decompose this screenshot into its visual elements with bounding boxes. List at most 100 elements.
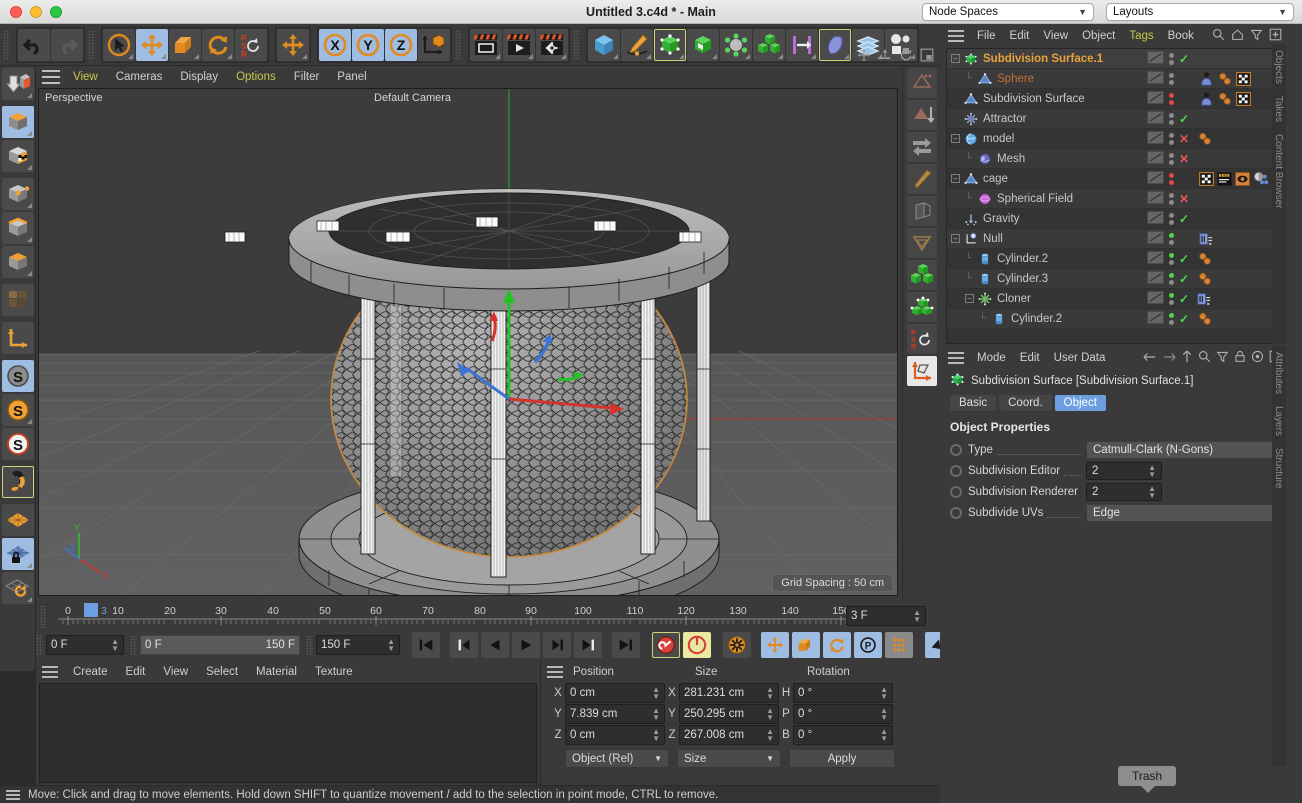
visibility-dots[interactable] <box>1169 52 1174 65</box>
workplane-button[interactable]: S <box>1 428 34 460</box>
expander-toggle[interactable]: – <box>951 54 960 63</box>
visibility-dot[interactable] <box>1169 199 1174 205</box>
property-anim-dot[interactable] <box>950 444 962 456</box>
visibility-dot[interactable] <box>1169 159 1174 165</box>
current-frame-field[interactable]: 0 F ▲ ▼ <box>46 635 124 655</box>
close-button[interactable] <box>10 5 22 18</box>
spinner-icon[interactable]: ▲ ▼ <box>880 685 888 700</box>
layer-swatch[interactable] <box>1147 110 1164 127</box>
visibility-dots[interactable] <box>1169 292 1174 305</box>
enable-axis-button[interactable]: S <box>1 360 34 392</box>
layer-swatch[interactable] <box>1147 270 1164 287</box>
layer-swatch[interactable] <box>1147 250 1164 267</box>
property-dropdown[interactable]: Catmull-Clark (N-Gons) <box>1086 441 1286 459</box>
workplane-axis-icon[interactable] <box>906 356 937 386</box>
stripe-tag-icon[interactable] <box>1217 171 1232 186</box>
spinner-icon[interactable]: ▲ ▼ <box>913 609 921 624</box>
polygon-normals-icon[interactable] <box>906 68 937 98</box>
object-row-subdivision-surface-1[interactable]: – Subdivision Surface.1 ✓ <box>947 49 1275 69</box>
object-row-model[interactable]: – model ✕ <box>947 129 1275 149</box>
attribute-menu-edit[interactable]: Edit <box>1013 350 1047 366</box>
object-row-cylinder-2[interactable]: └ Cylinder.2 ✓ <box>947 309 1275 329</box>
key-position-button[interactable] <box>761 632 789 658</box>
visibility-dot[interactable] <box>1169 119 1174 125</box>
maximize-button[interactable] <box>50 5 62 18</box>
disabled-x-icon[interactable]: ✕ <box>1179 152 1189 166</box>
property-dropdown[interactable]: Edge <box>1086 504 1286 522</box>
extrude-tool-icon[interactable] <box>906 196 937 226</box>
point-mode-button[interactable] <box>1 178 34 210</box>
size-x-field[interactable]: 281.231 cm ▲ ▼ <box>679 682 779 703</box>
visibility-dot[interactable] <box>1169 232 1174 238</box>
search-icon[interactable] <box>1198 350 1211 366</box>
visibility-dot[interactable] <box>1169 299 1174 305</box>
coordinate-mode-select[interactable]: Object (Rel) ▼ <box>565 749 669 768</box>
position-z-field[interactable]: 0 cm ▲ ▼ <box>565 724 665 745</box>
checker-tag-icon[interactable] <box>1236 91 1251 106</box>
object-menu-tags[interactable]: Tags <box>1122 28 1160 44</box>
visibility-dots[interactable] <box>1169 132 1174 145</box>
checker-tag-icon[interactable] <box>1236 71 1251 86</box>
spinner-icon[interactable]: ▲ ▼ <box>387 638 395 653</box>
layer-swatch[interactable] <box>1147 190 1164 207</box>
visibility-dots[interactable] <box>1169 232 1174 245</box>
layer-swatch[interactable] <box>1147 150 1164 167</box>
position-y-field[interactable]: 7.839 cm ▲ ▼ <box>565 703 665 724</box>
visibility-dots[interactable] <box>1169 272 1174 285</box>
rotate-tool-button[interactable] <box>202 28 234 61</box>
property-number-field[interactable]: 2 ▲ ▼ <box>1086 483 1162 501</box>
vtab-layers[interactable]: Layers <box>1272 400 1285 442</box>
forward-arrow-icon[interactable] <box>1162 351 1176 366</box>
layer-swatch[interactable] <box>1147 90 1164 107</box>
polygon-mode-button[interactable] <box>1 246 34 278</box>
visibility-dots[interactable] <box>1169 152 1174 165</box>
object-row-null[interactable]: – Null <box>947 229 1275 249</box>
visibility-dots[interactable] <box>1169 92 1174 105</box>
expander-toggle[interactable]: – <box>951 234 960 243</box>
xpresso-tag-icon[interactable] <box>1197 292 1212 306</box>
coordinate-size-select[interactable]: Size ▼ <box>677 749 781 768</box>
viewport-menu-icon[interactable] <box>42 70 60 84</box>
visibility-dot[interactable] <box>1169 152 1174 158</box>
position-x-field[interactable]: 0 cm ▲ ▼ <box>565 682 665 703</box>
zoom-view-icon[interactable] <box>878 48 892 65</box>
object-menu-edit[interactable]: Edit <box>1003 28 1037 44</box>
spinner-icon[interactable]: ▲ ▼ <box>652 706 660 721</box>
spinner-icon[interactable]: ▲ ▼ <box>652 685 660 700</box>
attribute-menu-user-data[interactable]: User Data <box>1047 350 1113 366</box>
property-anim-dot[interactable] <box>950 507 962 519</box>
search-icon[interactable] <box>1212 28 1225 44</box>
checker-tag-icon[interactable] <box>1199 171 1214 186</box>
visibility-dot[interactable] <box>1169 139 1174 145</box>
layer-swatch[interactable] <box>1147 290 1164 307</box>
rotation-h-field[interactable]: 0 ° ▲ ▼ <box>793 682 893 703</box>
visibility-dot[interactable] <box>1169 279 1174 285</box>
tab-coord[interactable]: Coord. <box>999 395 1052 411</box>
object-menu-file[interactable]: File <box>970 28 1003 44</box>
minimize-button[interactable] <box>30 5 42 18</box>
size-y-field[interactable]: 250.295 cm ▲ ▼ <box>679 703 779 724</box>
spinner-icon[interactable]: ▲ ▼ <box>766 685 774 700</box>
visibility-dot[interactable] <box>1169 192 1174 198</box>
visibility-dots[interactable] <box>1169 192 1174 205</box>
spline-pen-button[interactable] <box>621 28 653 61</box>
keyframe-settings-button[interactable] <box>723 632 751 658</box>
viewport-menu-cameras[interactable]: Cameras <box>107 69 172 85</box>
maximize-viewport-icon[interactable] <box>920 48 934 65</box>
rotation-b-field[interactable]: 0 ° ▲ ▼ <box>793 724 893 745</box>
object-world-toggle-button[interactable] <box>418 28 450 61</box>
add-panel-icon[interactable] <box>1269 28 1282 44</box>
mospline-button[interactable] <box>786 28 818 61</box>
spinner-icon[interactable]: ▲ ▼ <box>1148 485 1156 500</box>
material-tag-icon[interactable] <box>1217 72 1233 86</box>
figure-tag-icon[interactable] <box>1199 91 1214 106</box>
play-button[interactable] <box>512 632 540 658</box>
disabled-x-icon[interactable]: ✕ <box>1179 192 1189 206</box>
spinner-icon[interactable]: ▲ ▼ <box>1148 464 1156 479</box>
reverse-normals-icon[interactable] <box>906 100 937 130</box>
psr-reset-icon[interactable]: P S R <box>906 324 937 354</box>
key-parameter-button[interactable]: P <box>854 632 882 658</box>
object-row-cylinder-3[interactable]: └ Cylinder.3 ✓ <box>947 269 1275 289</box>
filter-icon[interactable] <box>1216 350 1229 366</box>
spinner-icon[interactable]: ▲ ▼ <box>652 727 660 742</box>
